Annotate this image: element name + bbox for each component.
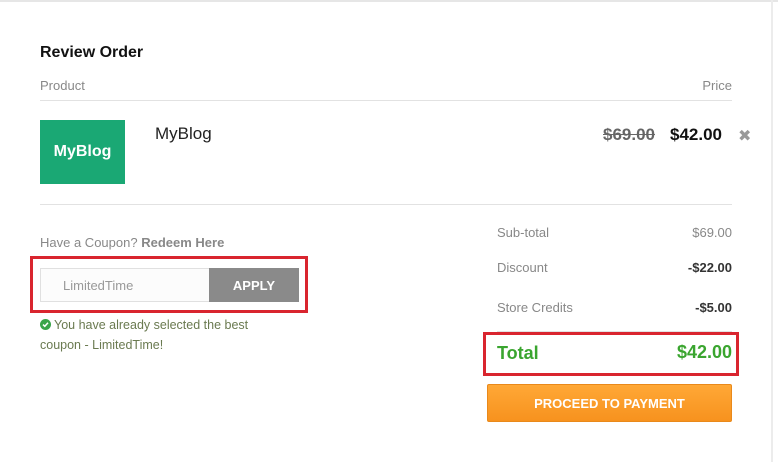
close-icon: ✖ <box>738 128 752 145</box>
review-order-panel: Review Order Product Price MyBlog MyBlog… <box>0 0 778 462</box>
coupon-status-message: You have already selected the best coupo… <box>40 315 290 355</box>
subtotal-label: Sub-total <box>497 225 550 240</box>
discount-value: -$22.00 <box>687 260 732 275</box>
product-logo-text: MyBlog <box>53 143 112 160</box>
product-logo: MyBlog <box>40 120 125 184</box>
original-price: $69.00 <box>603 125 655 144</box>
total-value: $42.00 <box>676 342 732 362</box>
column-header-product: Product <box>40 78 85 93</box>
divider <box>40 100 732 101</box>
coupon-message-text: You have already selected the best coupo… <box>40 318 249 352</box>
column-header-price: Price <box>702 78 732 93</box>
coupon-code-input[interactable] <box>40 268 210 302</box>
subtotal-value: $69.00 <box>692 225 732 240</box>
store-credits-value: -$5.00 <box>695 300 732 315</box>
panel-top-border <box>0 0 778 2</box>
current-price: $42.00 <box>670 125 722 144</box>
remove-item-button[interactable]: ✖ <box>738 126 751 146</box>
check-circle-icon <box>40 319 51 330</box>
coupon-question: Have a Coupon? <box>40 235 138 250</box>
discount-label: Discount <box>497 260 548 275</box>
divider <box>40 204 732 205</box>
page-title: Review Order <box>40 44 144 61</box>
coupon-prompt: Have a Coupon? Redeem Here <box>40 235 224 250</box>
panel-right-border <box>771 0 773 462</box>
store-credits-label: Store Credits <box>497 300 573 315</box>
total-label: Total <box>497 343 539 363</box>
product-name: MyBlog <box>155 124 212 143</box>
proceed-to-payment-button[interactable]: PROCEED TO PAYMENT <box>487 384 732 422</box>
redeem-here-link[interactable]: Redeem Here <box>141 235 224 250</box>
apply-coupon-button[interactable]: APPLY <box>209 268 299 302</box>
